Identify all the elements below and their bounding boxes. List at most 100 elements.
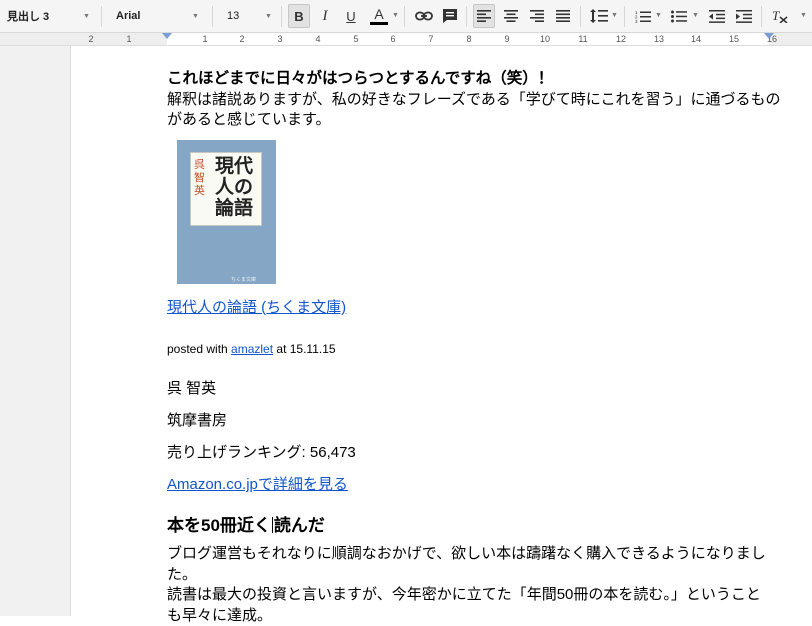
insert-comment-button[interactable]: [439, 4, 461, 28]
paragraph-style-value: 見出し 3: [7, 11, 50, 23]
align-right-button[interactable]: [526, 4, 548, 28]
align-center-icon: [504, 10, 518, 22]
decrease-indent-button[interactable]: [706, 4, 728, 28]
italic-button[interactable]: I: [314, 4, 336, 28]
ruler-number: 11: [578, 34, 588, 44]
amazon-detail-link[interactable]: Amazon.co.jpで詳細を見る: [167, 474, 348, 495]
font-family-value: Arial: [116, 10, 141, 22]
chevron-down-icon[interactable]: ▼: [800, 12, 807, 19]
book-cover-label: 呉智英 現代人の論語: [190, 152, 262, 226]
chevron-down-icon[interactable]: ▼: [392, 12, 399, 19]
paragraph-line: た。: [167, 566, 198, 583]
decrease-indent-icon: [709, 9, 725, 23]
align-center-button[interactable]: [500, 4, 522, 28]
chevron-down-icon[interactable]: ▼: [692, 12, 699, 19]
text-color-swatch: [370, 22, 388, 25]
book-cover-author: 呉智英: [194, 158, 205, 197]
left-indent-marker[interactable]: [162, 33, 172, 39]
line-spacing-button[interactable]: [588, 4, 610, 28]
font-size-select[interactable]: 13 ▼: [227, 4, 275, 28]
chevron-down-icon: ▼: [265, 12, 272, 20]
toolbar-divider: [624, 6, 625, 27]
toolbar-divider: [101, 6, 102, 27]
bulleted-list-icon: [671, 10, 687, 22]
font-size-value: 13: [227, 10, 240, 22]
align-left-button[interactable]: [473, 4, 495, 28]
chevron-down-icon: ▼: [83, 12, 90, 20]
book-cover-image[interactable]: 呉智英 現代人の論語 ちくま文庫: [177, 140, 276, 284]
ruler-number: 4: [315, 34, 321, 44]
ruler-number: 8: [466, 34, 472, 44]
text-color-icon: A: [374, 6, 384, 22]
sales-ranking: 売り上げランキング: 56,473: [167, 444, 356, 461]
toolbar-divider: [281, 6, 282, 27]
right-indent-marker[interactable]: [764, 33, 774, 39]
ruler-number: 15: [728, 34, 740, 44]
clear-formatting-button[interactable]: T: [769, 4, 791, 28]
line-spacing-icon: [590, 9, 608, 23]
text-color-button[interactable]: A: [366, 4, 392, 28]
ruler-number: 6: [390, 34, 396, 44]
paragraph-style-select[interactable]: 見出し 3 ▼: [7, 4, 97, 28]
svg-text:T: T: [772, 9, 780, 23]
numbered-list-button[interactable]: 123: [632, 4, 654, 28]
numbered-list-icon: 123: [635, 10, 651, 23]
ruler-number: 2: [239, 34, 245, 44]
posted-with-suffix: at 15.11.15: [273, 342, 336, 356]
align-left-icon: [477, 10, 491, 22]
ruler-left-margin: [0, 33, 167, 45]
bold-paragraph: これほどまでに日々がはつらつとするんですね（笑）！: [167, 70, 554, 87]
ruler-number: 14: [690, 34, 702, 44]
svg-text:3: 3: [635, 19, 638, 23]
insert-link-button[interactable]: [413, 4, 435, 28]
book-title-link[interactable]: 現代人の論語 (ちくま文庫): [167, 297, 346, 318]
ruler-number: 10: [539, 34, 551, 44]
heading-text: 読んだ: [273, 516, 325, 535]
ruler: 2 1 1 2 3 4 5 6 7 8 9 10 11 12 13 14 15 …: [0, 33, 812, 46]
book-publisher: 筑摩書房: [167, 412, 228, 429]
toolbar-divider: [761, 6, 762, 27]
heading-text: 本を50冊近く: [167, 516, 271, 535]
ruler-number: 7: [428, 34, 434, 44]
ruler-number: 2: [88, 34, 94, 44]
ruler-number: 1: [202, 34, 208, 44]
book-author: 呉 智英: [167, 380, 217, 397]
section-heading: 本を50冊近く 読んだ: [167, 515, 325, 536]
paragraph-line: ブログ運営もそれなりに順調なおかげで、欲しい本は躊躇なく購入できるようになりまし: [167, 545, 766, 562]
formatting-toolbar: 見出し 3 ▼ Arial ▼ 13 ▼ B I U A ▼ ▼ 1 2 3 ▼…: [0, 0, 812, 33]
toolbar-divider: [212, 6, 213, 27]
link-icon: [415, 11, 433, 21]
ruler-number: 9: [504, 34, 510, 44]
italic-icon: I: [322, 7, 328, 24]
comment-icon: [443, 9, 457, 23]
increase-indent-icon: [736, 9, 752, 23]
align-justify-button[interactable]: [552, 4, 574, 28]
amazlet-link[interactable]: amazlet: [231, 342, 273, 356]
toolbar-divider: [404, 6, 405, 27]
chevron-down-icon[interactable]: ▼: [611, 12, 618, 19]
clear-formatting-icon: T: [772, 9, 788, 23]
book-cover-publisher: ちくま文庫: [231, 277, 257, 283]
bulleted-list-button[interactable]: [668, 4, 690, 28]
book-cover-title: 現代人の論語: [214, 155, 253, 219]
align-justify-icon: [556, 10, 570, 22]
paragraph-line: 解釈は諸説ありますが、私の好きなフレーズである「学びて時にこれを習う」に通づるも…: [167, 91, 781, 108]
paragraph-line: 読書は最大の投資と言いますが、今年密かに立てた「年間50冊の本を読む。」というこ…: [167, 586, 761, 603]
ruler-number: 12: [615, 34, 627, 44]
align-right-icon: [530, 10, 544, 22]
bold-button[interactable]: B: [288, 4, 310, 28]
underline-icon: U: [346, 8, 356, 24]
underline-button[interactable]: U: [340, 4, 362, 28]
ruler-number: 13: [653, 34, 665, 44]
increase-indent-button[interactable]: [733, 4, 755, 28]
toolbar-divider: [580, 6, 581, 27]
posted-with-prefix: posted with: [167, 342, 232, 356]
ruler-number: 5: [353, 34, 359, 44]
paragraph-line: があると感じています。: [167, 111, 331, 128]
bold-icon: B: [294, 8, 304, 24]
posted-with-line: posted with amazlet at 15.11.15: [167, 339, 336, 360]
chevron-down-icon[interactable]: ▼: [655, 12, 662, 19]
font-family-select[interactable]: Arial ▼: [116, 4, 206, 28]
ruler-number: 1: [126, 34, 132, 44]
toolbar-divider: [466, 6, 467, 27]
